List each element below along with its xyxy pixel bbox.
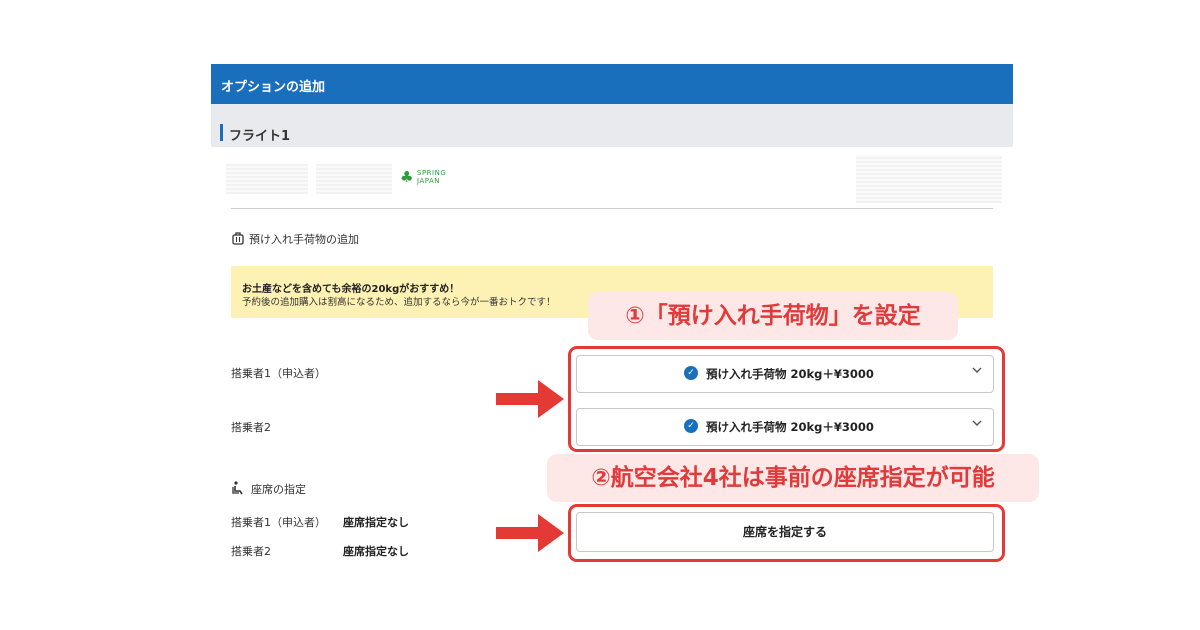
options-header: オプションの追加 (211, 64, 1013, 104)
arrow-right-icon (496, 514, 564, 552)
seat-section-title: 座席の指定 (251, 483, 306, 496)
logo-text-line2: JAPAN (417, 177, 441, 185)
arrow-right-icon (496, 380, 564, 418)
baggage-select-passenger-2[interactable]: ✓ 預け入れ手荷物 20kg＋¥3000 (576, 408, 994, 446)
callout-2: ②航空会社4社は事前の座席指定が可能 (547, 454, 1039, 502)
flight-title: フライト1 (229, 129, 291, 144)
check-icon: ✓ (684, 419, 698, 433)
airline-logo: ♣ SPRING JAPAN (400, 168, 460, 186)
blurred-flight-info (316, 164, 392, 194)
callout-1-text: ①「預け入れ手荷物」を設定 (625, 303, 921, 329)
divider (231, 208, 993, 209)
seat-passenger-1-label: 搭乗者1（申込者） (231, 516, 326, 529)
seat-passenger-1-value: 座席指定なし (343, 516, 409, 529)
select-seat-button-label: 座席を指定する (742, 525, 827, 539)
baggage-select-value: 預け入れ手荷物 20kg＋¥3000 (706, 420, 874, 434)
chevron-down-icon (971, 417, 983, 433)
seat-icon (232, 481, 245, 498)
seat-passenger-2-label: 搭乗者2 (231, 545, 271, 558)
check-icon: ✓ (684, 366, 698, 380)
baggage-passenger-1-label: 搭乗者1（申込者） (231, 367, 326, 380)
blurred-flight-info (226, 164, 308, 194)
baggage-select-value: 預け入れ手荷物 20kg＋¥3000 (706, 367, 874, 381)
spring-japan-leaf-icon: ♣ (400, 168, 414, 186)
blurred-flight-times (856, 155, 1002, 203)
page-title: オプションの追加 (221, 80, 326, 95)
select-seat-button[interactable]: 座席を指定する (576, 512, 994, 552)
baggage-section-title: 預け入れ手荷物の追加 (249, 233, 359, 246)
section-accent-bar (220, 124, 223, 141)
baggage-select-passenger-1[interactable]: ✓ 預け入れ手荷物 20kg＋¥3000 (576, 355, 994, 393)
seat-passenger-2-value: 座席指定なし (343, 545, 409, 558)
chevron-down-icon (971, 364, 983, 380)
baggage-passenger-2-label: 搭乗者2 (231, 421, 271, 434)
callout-1: ①「預け入れ手荷物」を設定 (588, 292, 958, 340)
notice-text: 予約後の追加購入は割高になるため、追加するなら今が一番おトクです！ (242, 297, 556, 308)
luggage-icon (232, 231, 244, 248)
notice-bold-text: お土産などを含めても余裕の20kgがおすすめ！ (242, 284, 460, 295)
flight-section-header: フライト1 (211, 104, 1013, 147)
logo-text-line1: SPRING (417, 169, 447, 177)
callout-2-text: ②航空会社4社は事前の座席指定が可能 (591, 465, 995, 491)
